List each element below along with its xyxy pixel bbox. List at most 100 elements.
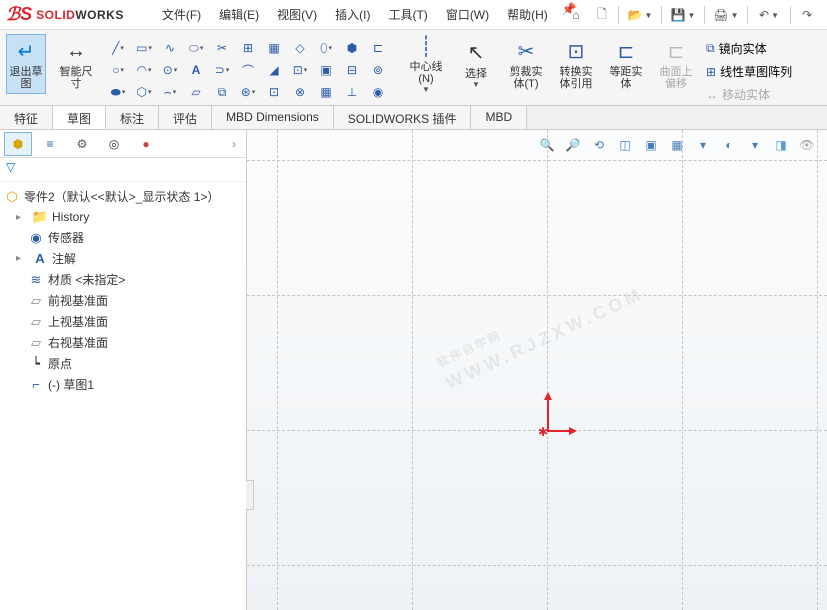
panel-collapse-tab[interactable] [246,480,254,510]
zoom-area-button[interactable]: 🔎 [561,134,585,156]
previous-view-button[interactable]: ⟲ [587,134,611,156]
undo-button[interactable]: ↶▼ [752,4,786,26]
circular-tool[interactable]: ⊚ [366,60,390,80]
menu-insert[interactable]: 插入(I) [327,2,378,27]
tab-annotate[interactable]: 标注 [106,106,159,129]
tree-front-plane[interactable]: ▱ 前视基准面 [0,290,246,311]
visibility-button[interactable]: 👁 [795,134,819,156]
edit-appearance-button[interactable]: ◐ [717,134,741,156]
redo-button[interactable]: ↷ [795,4,819,26]
polygon-tool[interactable]: ◇ [288,38,312,58]
tree-sketch1[interactable]: ⌐ (-) 草图1 [0,374,246,395]
construct-tool[interactable]: ⊡▾ [288,60,312,80]
apply-scene-button[interactable]: ▾ [743,134,767,156]
feature-manager-panel: ⬢ ≡ ⚙ ◎ ● › ▽ ⬡ 零件2（默认<<默认>_显示状态 1>） ▸ 📁… [0,130,247,610]
tree-annotations[interactable]: ▸ A 注解 [0,248,246,269]
linear-tool[interactable]: ⊟ [340,60,364,80]
on-surface-button[interactable]: ⊏ 曲面上偏移 [656,34,696,94]
trim-button[interactable]: ✂ 剪裁实体(T) [506,34,546,94]
new-button[interactable]: 🗋 [590,4,614,26]
expand-icon[interactable]: ▸ [16,212,28,223]
convert-button[interactable]: ⊡ 转换实体引用 [556,34,596,94]
zoom-fit-button[interactable]: 🔍 [535,134,559,156]
mirror-tool-small[interactable]: ⧉ [210,82,234,102]
panel-tab-display[interactable]: ◎ [100,132,128,156]
menu-tools[interactable]: 工具(T) [380,2,435,27]
view-settings-button[interactable]: ◨ [769,134,793,156]
extend-tool[interactable]: ⊞ [236,38,260,58]
expand-icon[interactable]: ▸ [16,253,28,264]
panel-expand-button[interactable]: › [226,137,242,151]
menu-help[interactable]: 帮助(H) [499,2,556,27]
print-button[interactable]: 🖨▼ [709,4,743,26]
slot-tool[interactable]: ⬭▾ [184,38,208,58]
ellipse-tool[interactable]: ⬯▾ [314,38,338,58]
curve-tool[interactable]: ⊃▾ [210,60,234,80]
offset-button[interactable]: ⊏ 等距实体 [606,34,646,94]
point-tool[interactable]: ⊙▾ [158,60,182,80]
menu-edit[interactable]: 编辑(E) [211,2,267,27]
display-tool[interactable]: ◉ [366,82,390,102]
convert-tool-small[interactable]: ⊡ [262,82,286,102]
centerline-button[interactable]: ┊ 中心线(N) ▼ [406,34,446,94]
arc-tool[interactable]: ◠▾ [132,60,156,80]
tree-sensors[interactable]: ◉ 传感器 [0,227,246,248]
panel-tab-property[interactable]: ≡ [36,132,64,156]
tab-sketch[interactable]: 草图 [53,106,106,129]
para-tool[interactable]: ▱ [184,82,208,102]
arc2-tool[interactable]: ⌢▾ [158,82,182,102]
tree-root[interactable]: ⬡ 零件2（默认<<默认>_显示状态 1>） [0,186,246,207]
select-button[interactable]: ↖ 选择 ▼ [456,34,496,94]
pattern-button[interactable]: ⊞ 线性草图阵列 [706,63,792,80]
view-orientation-button[interactable]: ▣ [639,134,663,156]
tab-features[interactable]: 特征 [0,106,53,129]
grid-tool[interactable]: ▦ [262,38,286,58]
intersect-tool[interactable]: ⊗ [288,82,312,102]
tab-addins[interactable]: SOLIDWORKS 插件 [334,106,472,129]
slot2-tool[interactable]: ⬬▾ [106,82,130,102]
open-button[interactable]: 📂▼ [623,4,657,26]
panel-tab-config[interactable]: ⚙ [68,132,96,156]
section-view-button[interactable]: ◫ [613,134,637,156]
line-tool[interactable]: ╱▾ [106,38,130,58]
tab-mbd[interactable]: MBD [471,106,527,129]
relation-tool[interactable]: ⊥ [340,82,364,102]
spline-tool[interactable]: ∿ [158,38,182,58]
hex-tool[interactable]: ⬡▾ [132,82,156,102]
panel-tab-appearance[interactable]: ● [132,132,160,156]
fillet-tool[interactable]: ⌒ [236,60,260,80]
text-tool[interactable]: A [184,60,208,80]
filter-bar[interactable]: ▽ [0,158,246,182]
move-button[interactable]: ↔ 移动实体 [706,86,770,103]
graphics-area[interactable]: 🔍 🔎 ⟲ ◫ ▣ ▦ ▾ ◐ ▾ ◨ 👁 软件自学网 WWW.RJZXW.CO… [247,130,827,610]
block-tool[interactable]: ▣ [314,60,338,80]
menu-window[interactable]: 窗口(W) [438,2,497,27]
display-style-button[interactable]: ▦ [665,134,689,156]
3d-tool[interactable]: ⬢ [340,38,364,58]
hide-show-button[interactable]: ▾ [691,134,715,156]
tree-history[interactable]: ▸ 📁 History [0,207,246,227]
chamfer-tool[interactable]: ◢ [262,60,286,80]
home-button[interactable]: ⌂ [564,4,588,26]
tree-origin[interactable]: ┕ 原点 [0,353,246,374]
tab-evaluate[interactable]: 评估 [159,106,212,129]
tree-right-plane[interactable]: ▱ 右视基准面 [0,332,246,353]
smart-dimension-button[interactable]: ↔ 智能尺寸 [56,34,96,94]
plane-icon: ▱ [28,314,44,330]
grid-line-h [247,295,827,296]
tree-material[interactable]: ≋ 材质 <未指定> [0,269,246,290]
rect-tool[interactable]: ▭▾ [132,38,156,58]
sketch-pic-tool[interactable]: ▦ [314,82,338,102]
save-button[interactable]: 💾▼ [666,4,700,26]
tree-top-plane[interactable]: ▱ 上视基准面 [0,311,246,332]
menu-file[interactable]: 文件(F) [154,2,209,27]
offset-tool-small[interactable]: ⊏ [366,38,390,58]
tab-mbd-dimensions[interactable]: MBD Dimensions [212,106,334,129]
trim-tool-small[interactable]: ✂ [210,38,234,58]
panel-tab-feature-tree[interactable]: ⬢ [4,132,32,156]
menu-view[interactable]: 视图(V) [269,2,325,27]
wrap-tool[interactable]: ⊛▾ [236,82,260,102]
circle-tool[interactable]: ○▾ [106,60,130,80]
exit-sketch-button[interactable]: ↵ 退出草图 [6,34,46,94]
mirror-button[interactable]: ⧉ 镜向实体 [706,40,767,57]
